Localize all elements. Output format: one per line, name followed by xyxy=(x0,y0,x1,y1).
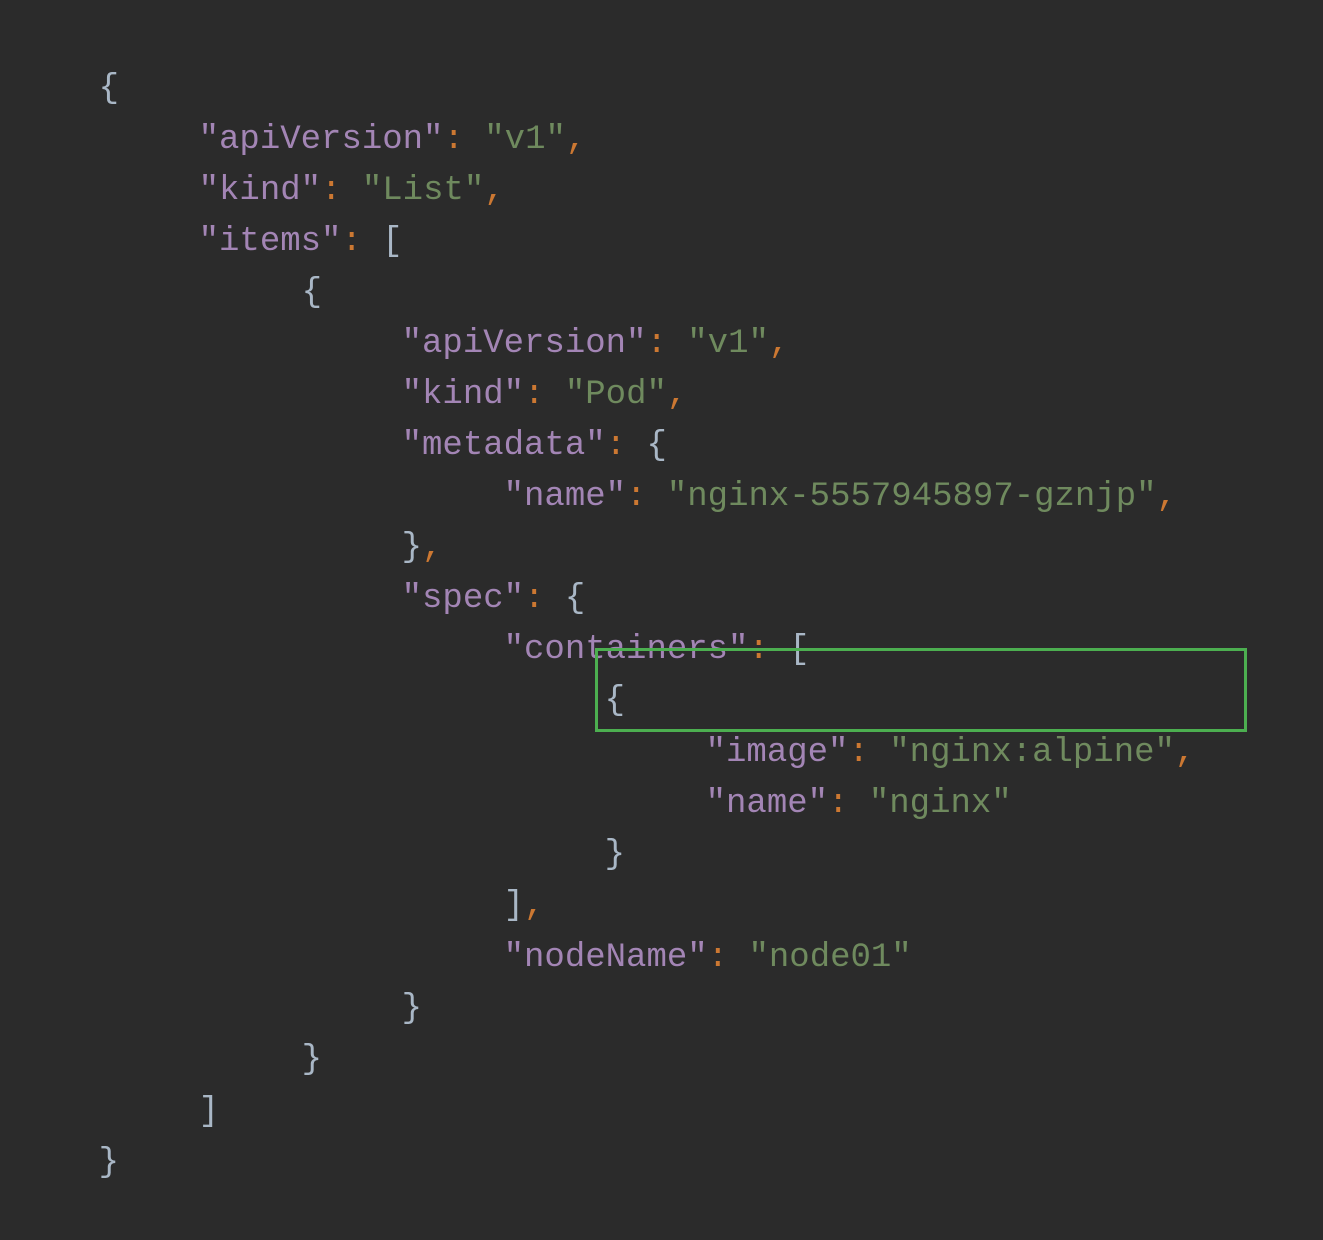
code-line: "spec": { xyxy=(0,523,586,618)
code-line: "name": "nginx-5557945897-gznjp", xyxy=(0,421,1177,516)
comma-token: , xyxy=(666,376,688,414)
json-key: "name" xyxy=(503,478,627,516)
comma-token: , xyxy=(484,172,505,210)
bracket-token: [ xyxy=(382,223,403,261)
brace-token: } xyxy=(301,1041,323,1079)
code-editor: { "apiVersion": "v1", "kind": "List", "i… xyxy=(0,0,1323,1182)
code-line: "name": "nginx" xyxy=(0,728,1012,823)
code-line: } xyxy=(0,779,625,874)
code-line: ] xyxy=(0,1036,219,1131)
code-line: ], xyxy=(0,830,545,925)
colon-token: : xyxy=(626,478,647,516)
code-line: { xyxy=(0,217,322,312)
code-line: "apiVersion": "v1", xyxy=(0,268,790,363)
colon-token: : xyxy=(828,785,849,823)
bracket-token: ] xyxy=(198,1093,220,1131)
code-line: "nodeName": "node01" xyxy=(0,882,912,977)
brace-token: } xyxy=(401,990,423,1028)
code-line: "containers": [ xyxy=(0,574,810,669)
json-string-value: "v1" xyxy=(687,325,769,363)
code-line: "kind": "Pod", xyxy=(0,319,688,414)
json-key: "nodeName" xyxy=(503,939,708,977)
code-line: } xyxy=(0,933,422,1028)
comma-token: , xyxy=(1174,734,1196,772)
colon-token: : xyxy=(707,939,729,977)
brace-token: } xyxy=(98,1144,120,1182)
comma-token: , xyxy=(565,121,587,159)
image-line-highlight-box xyxy=(595,648,1247,732)
json-string-value: "node01" xyxy=(748,939,912,977)
code-line: } xyxy=(0,984,322,1079)
code-line: { xyxy=(0,625,625,720)
comma-token: , xyxy=(768,325,790,363)
code-line: } xyxy=(0,1087,119,1182)
code-line: "metadata": { xyxy=(0,370,667,465)
json-string-value: "nginx" xyxy=(868,785,1012,823)
json-key: "name" xyxy=(705,785,829,823)
json-string-value: "nginx-5557945897-gznjp" xyxy=(666,478,1157,516)
code-line: "items": [ xyxy=(0,166,403,261)
colon-token: : xyxy=(341,223,362,261)
code-line: "kind": "List", xyxy=(0,115,505,210)
comma-token: , xyxy=(1156,478,1177,516)
brace-token: } xyxy=(604,836,626,874)
code-line: { xyxy=(0,13,119,108)
code-line: "apiVersion": "v1", xyxy=(0,64,587,159)
code-line: }, xyxy=(0,472,443,567)
